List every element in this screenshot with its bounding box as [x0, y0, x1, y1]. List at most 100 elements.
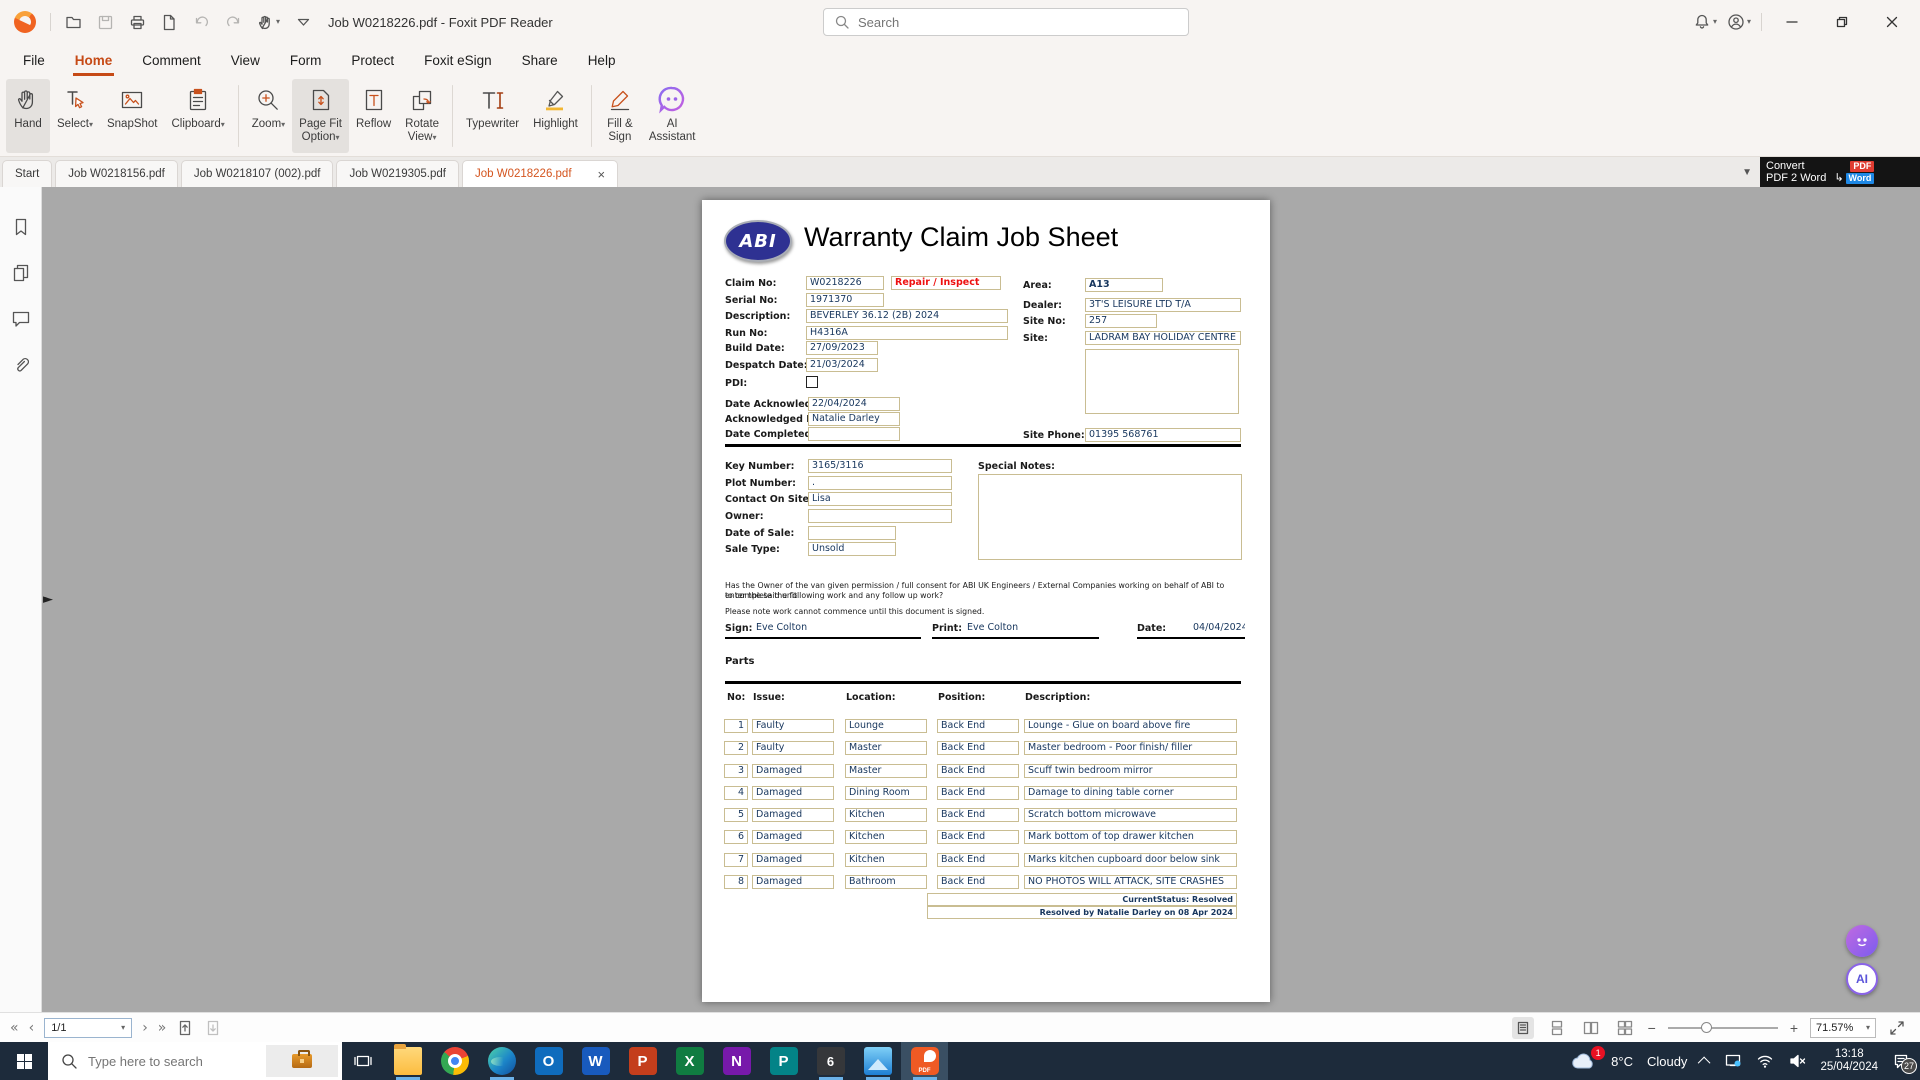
tab-list-dropdown[interactable]: ▼	[1742, 167, 1752, 178]
build-date-field[interactable]: 27/09/2023	[806, 341, 878, 355]
weather-button[interactable]: 1	[1571, 1052, 1597, 1070]
next-page-button[interactable]: ›	[142, 1021, 148, 1035]
taskbar-app-6[interactable]: 6	[807, 1042, 854, 1080]
taskbar-app-edge[interactable]	[478, 1042, 525, 1080]
tab-job-w0218226[interactable]: Job W0218226.pdf×	[462, 160, 618, 187]
weather-temp[interactable]: 8°C	[1611, 1054, 1633, 1069]
account-button[interactable]: ▾	[1727, 13, 1751, 31]
menu-form[interactable]: Form	[275, 47, 337, 76]
select-button[interactable]: Select▾	[50, 79, 100, 153]
site-phone-field[interactable]: 01395 568761	[1085, 428, 1241, 442]
date-completed-field[interactable]	[808, 427, 900, 441]
start-button[interactable]	[0, 1042, 48, 1080]
wifi-icon[interactable]	[1756, 1052, 1774, 1070]
tab-job-w0219305[interactable]: Job W0219305.pdf	[336, 160, 459, 187]
taskbar-app-publisher[interactable]: P	[760, 1042, 807, 1080]
restore-button[interactable]	[1822, 7, 1862, 37]
zoom-slider-thumb[interactable]	[1701, 1022, 1712, 1033]
run-no-field[interactable]: H4316A	[806, 326, 1008, 340]
menu-protect[interactable]: Protect	[336, 47, 409, 76]
reflow-button[interactable]: Reflow	[349, 79, 398, 153]
snapshot-button[interactable]: SnapShot	[100, 79, 165, 153]
contact-on-site-field[interactable]: Lisa	[808, 492, 952, 506]
sign-value[interactable]: Eve Colton	[753, 622, 873, 636]
bookmarks-panel-button[interactable]	[11, 217, 31, 237]
save-button[interactable]	[97, 14, 114, 31]
menu-foxit-esign[interactable]: Foxit eSign	[409, 47, 507, 76]
key-number-field[interactable]: 3165/3116	[808, 459, 952, 473]
rotate-view-button[interactable]: Rotate View▾	[398, 79, 446, 153]
zoom-level-box[interactable]: 71.57%▾	[1810, 1018, 1876, 1038]
single-page-view-button[interactable]	[1512, 1017, 1534, 1039]
taskbar-app-powerpoint[interactable]: P	[619, 1042, 666, 1080]
hidden-icons-chevron[interactable]	[1698, 1056, 1711, 1069]
taskbar-app-outlook[interactable]: O	[525, 1042, 572, 1080]
ai-chat-floating-button[interactable]	[1846, 925, 1878, 957]
hand-button[interactable]: Hand	[6, 79, 50, 153]
typewriter-button[interactable]: Typewriter	[459, 79, 526, 153]
taskbar-app-foxit[interactable]: PDF	[901, 1042, 948, 1080]
open-button[interactable]	[65, 14, 82, 31]
menu-share[interactable]: Share	[507, 47, 573, 76]
first-page-button[interactable]: «	[10, 1021, 19, 1035]
taskbar-app-chrome[interactable]	[431, 1042, 478, 1080]
titlebar-search[interactable]	[823, 8, 1189, 36]
site-address-box[interactable]	[1085, 349, 1239, 414]
date-value[interactable]: 04/04/2024	[1190, 622, 1245, 636]
previous-page-button[interactable]: ‹	[29, 1021, 35, 1035]
taskbar-app-file-explorer[interactable]	[384, 1042, 431, 1080]
despatch-date-field[interactable]: 21/03/2024	[806, 358, 878, 372]
menu-view[interactable]: View	[216, 47, 275, 76]
hand-tool-button[interactable]: ▾	[257, 14, 280, 31]
owner-field[interactable]	[808, 509, 952, 523]
continuous-view-button[interactable]	[1546, 1017, 1568, 1039]
page-number-box[interactable]: 1/1▾	[44, 1018, 132, 1038]
menu-home[interactable]: Home	[60, 47, 128, 76]
taskbar-app-excel[interactable]: X	[666, 1042, 713, 1080]
menu-file[interactable]: File	[8, 47, 60, 76]
last-page-button[interactable]: »	[158, 1021, 167, 1035]
description-field[interactable]: BEVERLEY 36.12 (2B) 2024	[806, 309, 1008, 323]
previous-view-button[interactable]	[176, 1019, 194, 1037]
volume-muted-icon[interactable]	[1788, 1052, 1806, 1070]
search-input[interactable]	[858, 15, 1158, 30]
fullscreen-button[interactable]	[1888, 1019, 1906, 1037]
briefcase-button[interactable]	[266, 1045, 338, 1077]
tab-job-w0218156[interactable]: Job W0218156.pdf	[55, 160, 178, 187]
claim-no-field[interactable]: W0218226	[806, 276, 884, 290]
taskbar-app-photos[interactable]	[854, 1042, 901, 1080]
highlight-button[interactable]: Highlight	[526, 79, 585, 153]
taskbar-app-word[interactable]: W	[572, 1042, 619, 1080]
foxit-logo-icon[interactable]	[14, 11, 36, 33]
ai-floating-button[interactable]: AI	[1846, 963, 1878, 995]
tab-start[interactable]: Start	[2, 160, 52, 187]
clock[interactable]: 13:1825/04/2024	[1820, 1048, 1878, 1074]
area-field[interactable]: A13	[1085, 278, 1163, 292]
pdi-checkbox[interactable]	[806, 376, 818, 388]
special-notes-box[interactable]	[978, 474, 1242, 560]
weather-condition[interactable]: Cloudy	[1647, 1054, 1687, 1069]
date-of-sale-field[interactable]	[808, 526, 896, 540]
acknowledged-by-field[interactable]: Natalie Darley	[808, 412, 900, 426]
action-center-button[interactable]: 27	[1892, 1052, 1910, 1070]
print-value[interactable]: Eve Colton	[964, 622, 1084, 636]
zoom-in-button[interactable]: +	[1790, 1020, 1798, 1036]
panel-expand-arrow[interactable]: ►	[43, 592, 53, 607]
redo-button[interactable]	[225, 14, 242, 31]
taskbar-app-onenote[interactable]: N	[713, 1042, 760, 1080]
clipboard-button[interactable]: Clipboard▾	[165, 79, 232, 153]
dealer-field[interactable]: 3T'S LEISURE LTD T/A	[1085, 298, 1241, 312]
attachments-panel-button[interactable]	[11, 355, 31, 375]
ai-assistant-button[interactable]: AI Assistant	[642, 79, 703, 153]
comments-panel-button[interactable]	[11, 309, 31, 329]
notifications-button[interactable]: ▾	[1693, 13, 1717, 31]
close-button[interactable]	[1872, 7, 1912, 37]
site-no-field[interactable]: 257	[1085, 314, 1157, 328]
site-field[interactable]: LADRAM BAY HOLIDAY CENTRE	[1085, 331, 1241, 345]
zoom-out-button[interactable]: −	[1648, 1020, 1656, 1036]
zoom-slider[interactable]	[1668, 1027, 1778, 1029]
zoom-button[interactable]: Zoom▾	[245, 79, 292, 153]
claim-type-field[interactable]: Repair / Inspect	[891, 276, 1001, 290]
tab-job-w0218107[interactable]: Job W0218107 (002).pdf	[181, 160, 334, 187]
menu-help[interactable]: Help	[573, 47, 631, 76]
